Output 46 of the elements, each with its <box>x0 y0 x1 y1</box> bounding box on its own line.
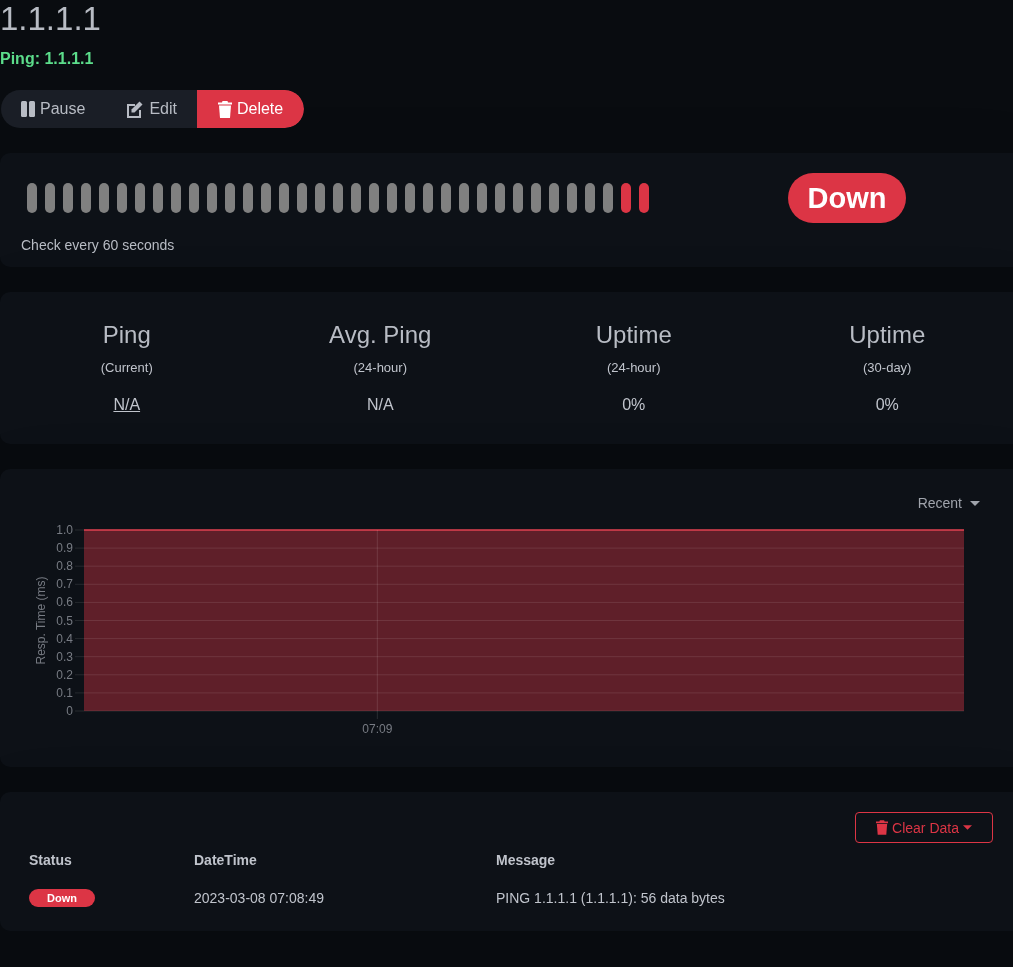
caret-icon <box>970 500 980 506</box>
stat-value: 0% <box>875 396 899 414</box>
clear-data-button[interactable]: Clear Data <box>855 812 993 843</box>
stat-period: (24-hour) <box>607 360 661 376</box>
caret-icon <box>963 825 972 830</box>
status-badge: Down <box>787 173 907 223</box>
stat-period: (30-day) <box>863 360 912 376</box>
stat-value: N/A <box>366 396 394 414</box>
stat-value-link[interactable]: N/A <box>113 396 141 414</box>
edit-button[interactable]: Edit <box>105 90 197 128</box>
period-dropdown[interactable]: Recent <box>913 491 984 515</box>
column-header: DateTime <box>194 852 258 868</box>
table-cell-text: PING 1.1.1.1 (1.1.1.1): 56 data bytes <box>496 889 726 906</box>
status-badge: Down <box>29 889 95 907</box>
stat-title: Uptime <box>595 320 672 350</box>
pause-button[interactable]: Pause <box>1 90 106 128</box>
check-interval: Check every 60 seconds <box>21 237 176 253</box>
edit-icon <box>125 100 145 118</box>
stat-period: (24-hour) <box>353 360 407 376</box>
y-axis-label: Resp. Time (ms) <box>34 576 48 665</box>
monitor-type: Ping: 1.1.1.1 <box>0 50 95 68</box>
y-tick-label: 1.0 <box>56 523 73 537</box>
y-tick-label: 0.1 <box>56 685 73 700</box>
y-tick-label: 0.4 <box>56 631 73 646</box>
y-tick-label: 0.9 <box>56 541 73 556</box>
y-tick-label: 0.2 <box>56 667 73 682</box>
y-tick-label: 0 <box>66 704 73 718</box>
trash-icon <box>217 100 232 118</box>
column-header: Status <box>29 852 73 868</box>
y-tick-label: 0.6 <box>56 595 73 610</box>
x-tick-label: 07:09 <box>362 722 393 736</box>
stat-period: (Current) <box>100 360 153 376</box>
y-tick-label: 0.3 <box>56 649 73 664</box>
y-tick-label: 0.5 <box>56 613 73 628</box>
stat-title: Ping <box>102 320 151 350</box>
stat-title: Avg. Ping <box>329 320 432 350</box>
trash-icon <box>876 820 889 835</box>
pause-icon <box>21 101 35 117</box>
y-tick-label: 0.8 <box>56 559 73 574</box>
column-header: Message <box>496 852 557 868</box>
table-cell-text: 2023-03-08 07:08:49 <box>194 889 325 906</box>
stat-value: 0% <box>622 396 646 414</box>
y-tick-label: 0.7 <box>56 577 73 592</box>
stat-title: Uptime <box>849 320 926 350</box>
monitor-title: 1.1.1.1 <box>0 0 102 38</box>
delete-button[interactable]: Delete <box>196 90 305 128</box>
